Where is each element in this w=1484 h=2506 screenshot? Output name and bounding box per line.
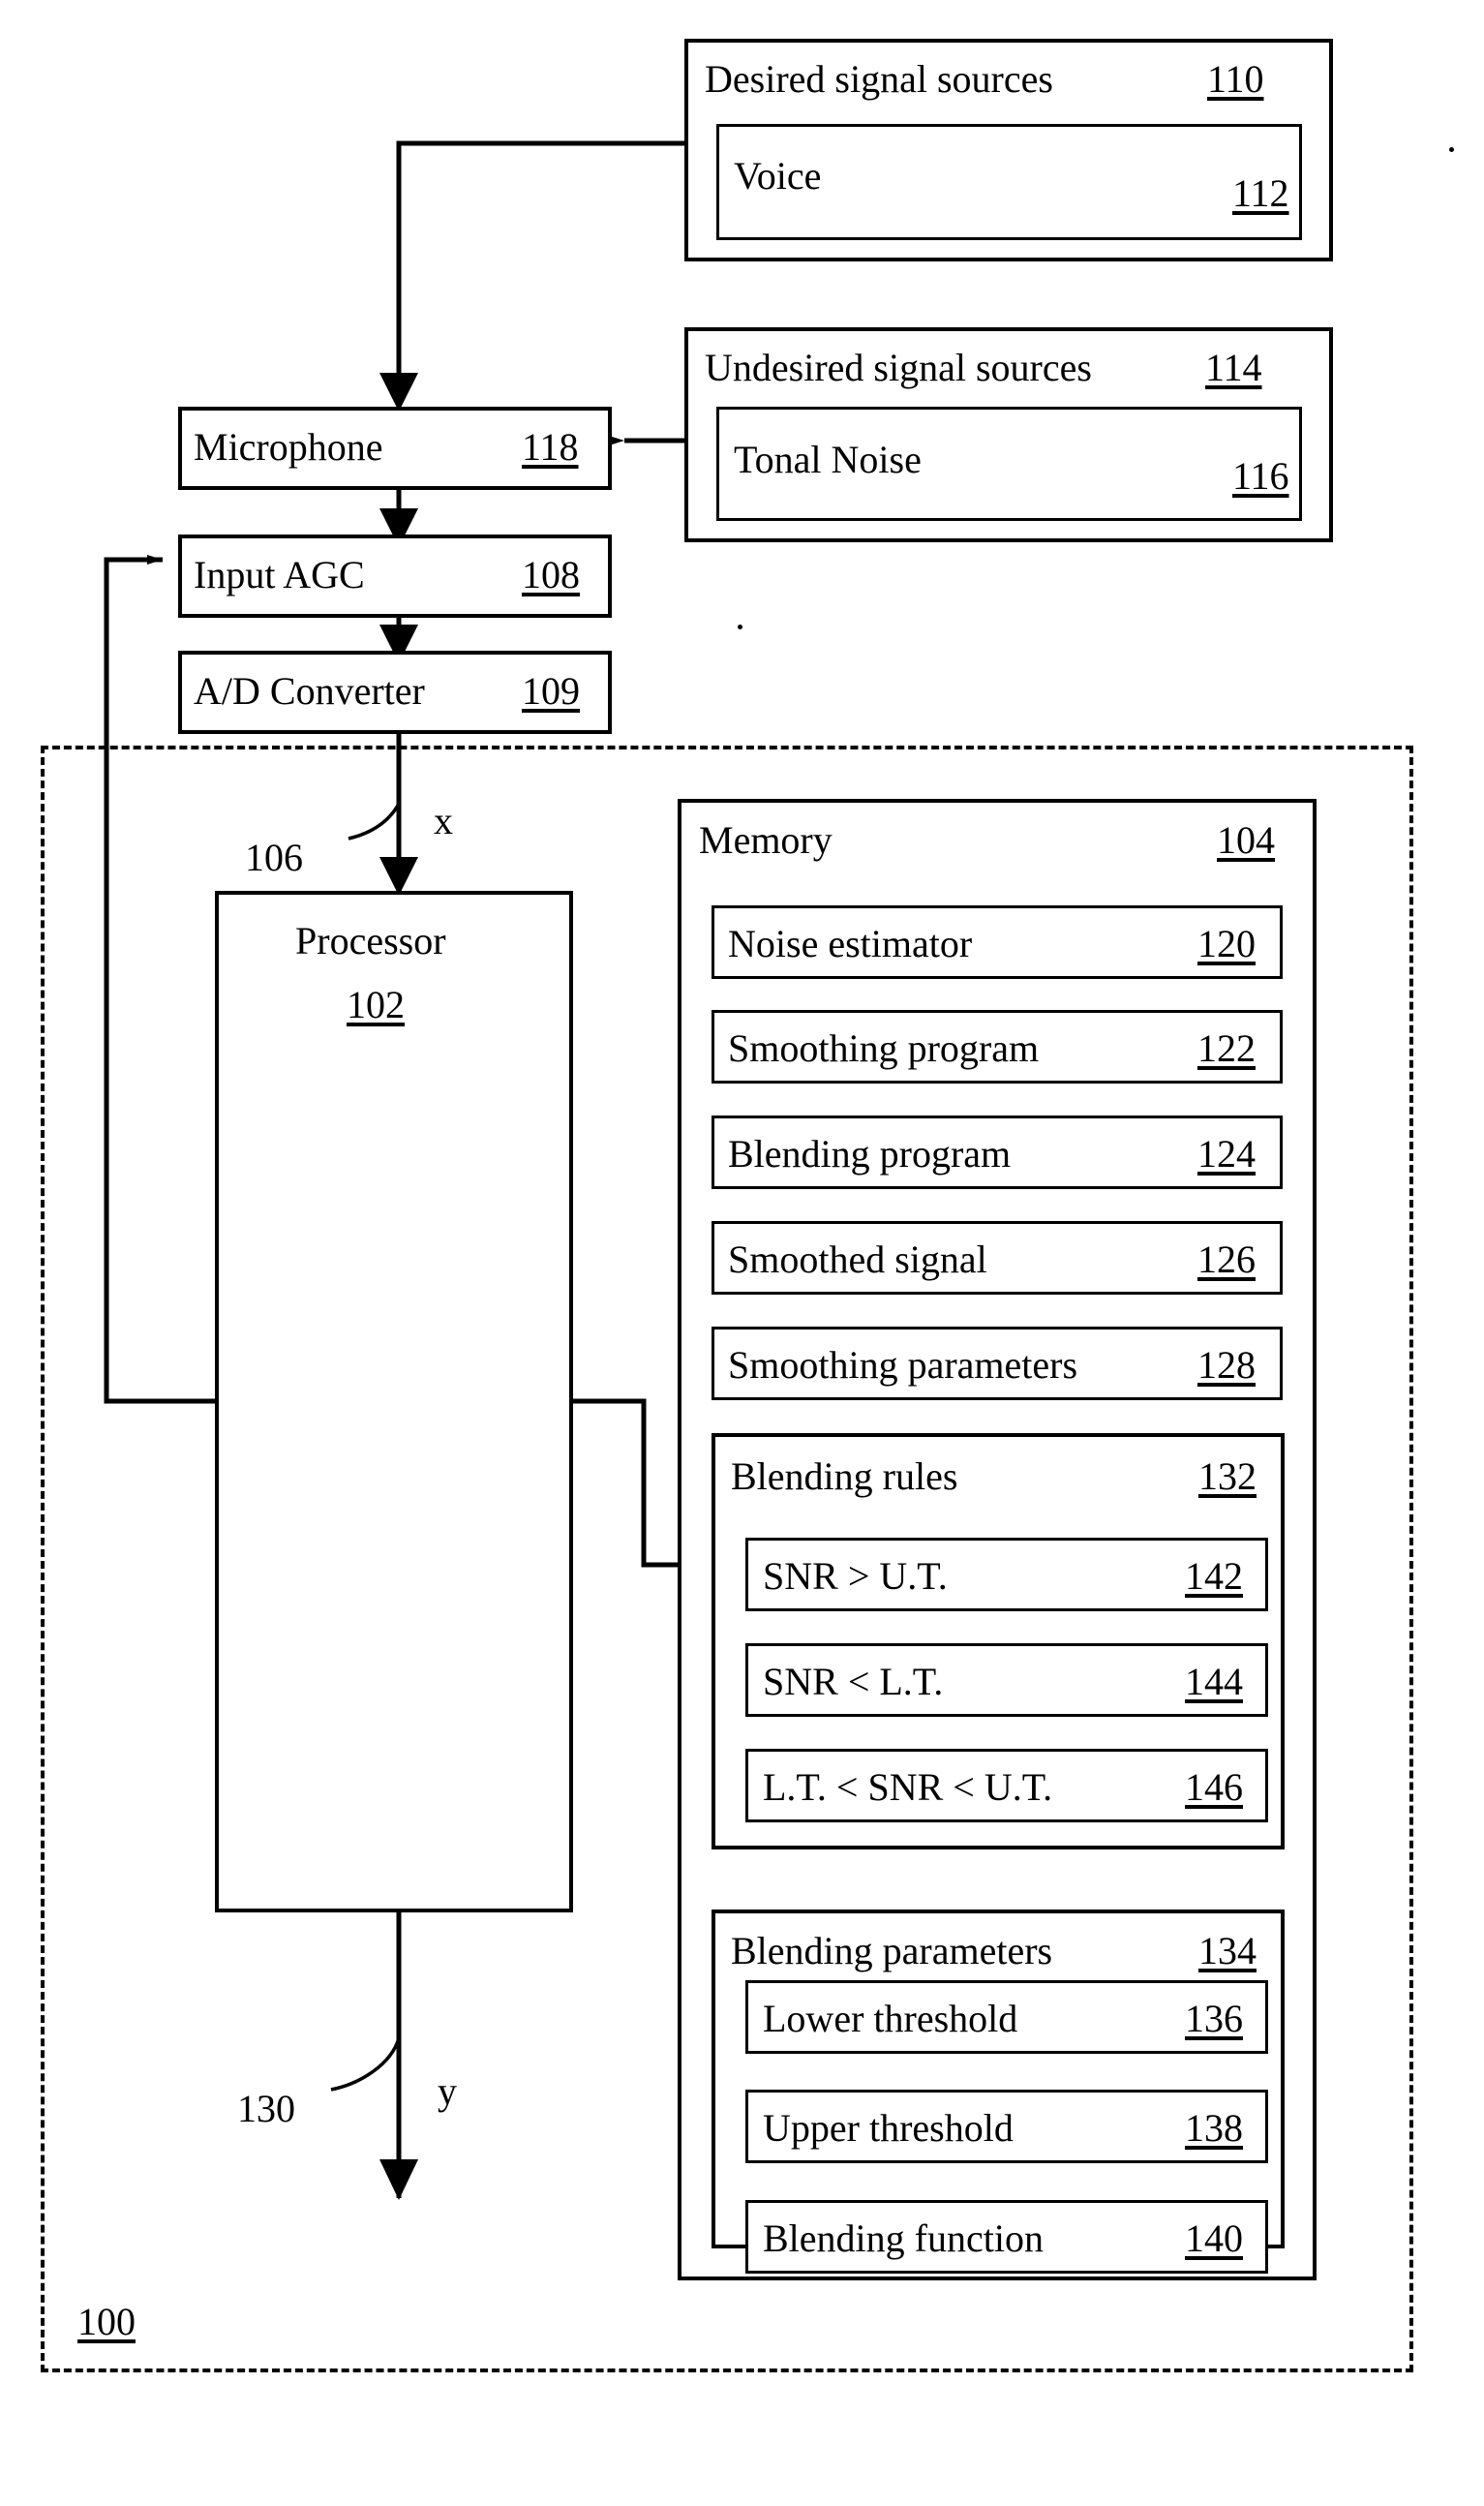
blending-rule-snr-gt-ut-ref: 142 (1185, 1554, 1243, 1598)
blending-parameters-title: Blending parameters (731, 1929, 1053, 1972)
ad-converter-title: A/D Converter (194, 669, 425, 713)
input-agc-ref: 108 (522, 553, 580, 596)
tonal-noise-ref: 116 (1232, 454, 1289, 498)
blending-rules-title: Blending rules (731, 1454, 958, 1498)
blending-parameter-lower-threshold-title: Lower threshold (763, 1997, 1018, 2040)
blending-rule-snr-lt-lt-ref: 144 (1185, 1660, 1243, 1703)
scan-artifact-dot-2 (738, 625, 742, 629)
memory-ref: 104 (1217, 818, 1275, 862)
memory-item-smoothing-program-title: Smoothing program (728, 1026, 1040, 1070)
memory-item-noise-estimator-title: Noise estimator (728, 922, 973, 965)
memory-item-smoothed-signal-title: Smoothed signal (728, 1238, 987, 1281)
memory-item-smoothing-parameters-title: Smoothing parameters (728, 1343, 1078, 1387)
blending-parameter-upper-threshold-title: Upper threshold (763, 2106, 1014, 2150)
memory-item-smoothed-signal-ref: 126 (1197, 1238, 1256, 1281)
memory-title: Memory (699, 818, 833, 862)
undesired-signal-sources-ref: 114 (1205, 346, 1262, 389)
blending-parameter-upper-threshold-ref: 138 (1185, 2106, 1243, 2150)
microphone-ref: 118 (522, 425, 579, 469)
tonal-noise-title: Tonal Noise (734, 438, 922, 481)
processor-box (215, 891, 573, 1912)
blending-rule-lt-snr-ut-title: L.T. < SNR < U.T. (763, 1765, 1053, 1809)
signal-y-label: y (438, 2069, 457, 2113)
voice-ref: 112 (1232, 171, 1289, 215)
desired-signal-sources-ref: 110 (1207, 57, 1264, 101)
processor-ref: 102 (347, 983, 405, 1026)
blending-parameter-blending-function-title: Blending function (763, 2216, 1044, 2260)
signal-y-ref-130: 130 (237, 2087, 295, 2130)
processor-title: Processor (295, 919, 446, 963)
memory-item-smoothing-parameters-ref: 128 (1197, 1343, 1256, 1387)
system-ref-100: 100 (77, 2300, 136, 2343)
input-agc-title: Input AGC (194, 553, 365, 596)
signal-x-label: x (434, 799, 453, 842)
signal-x-ref-106: 106 (245, 836, 303, 879)
memory-item-blending-program-title: Blending program (728, 1132, 1012, 1176)
blending-rule-lt-snr-ut-ref: 146 (1185, 1765, 1243, 1809)
link-desired-to-microphone (396, 140, 684, 392)
desired-signal-sources-title: Desired signal sources (705, 57, 1053, 101)
arrowhead-into-microphone (379, 373, 418, 412)
voice-title: Voice (734, 154, 822, 198)
blending-rules-ref: 132 (1198, 1454, 1257, 1498)
blending-parameter-blending-function-ref: 140 (1185, 2216, 1243, 2260)
blending-rule-snr-lt-lt-title: SNR < L.T. (763, 1660, 944, 1703)
ad-converter-ref: 109 (522, 669, 580, 713)
memory-item-noise-estimator-ref: 120 (1197, 922, 1256, 965)
scan-artifact-dot (1449, 147, 1454, 152)
memory-item-blending-program-ref: 124 (1197, 1132, 1256, 1176)
microphone-title: Microphone (194, 425, 383, 469)
undesired-signal-sources-title: Undesired signal sources (705, 346, 1092, 389)
blending-rule-snr-gt-ut-title: SNR > U.T. (763, 1554, 948, 1598)
blending-parameter-lower-threshold-ref: 136 (1185, 1997, 1243, 2040)
blending-parameters-ref: 134 (1198, 1929, 1257, 1972)
memory-item-smoothing-program-ref: 122 (1197, 1026, 1256, 1070)
patent-figure: Desired signal sources 110 Voice 112 Und… (0, 0, 1484, 2506)
